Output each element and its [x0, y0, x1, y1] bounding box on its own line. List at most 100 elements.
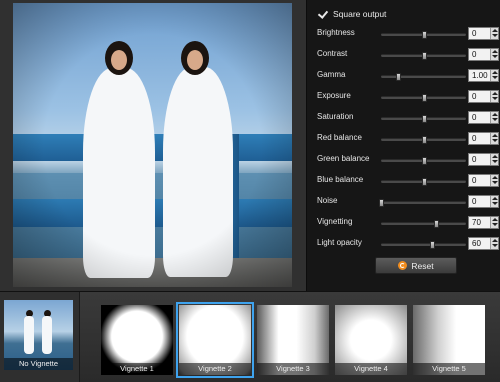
control-row-brightness: Brightness 0 — [317, 27, 499, 41]
slider-track[interactable] — [381, 178, 466, 186]
spin-buttons[interactable] — [490, 133, 498, 144]
value-spinbox[interactable]: 70 — [468, 216, 499, 229]
control-row-light-opacity: Light opacity 60 — [317, 237, 499, 251]
slider-track[interactable] — [381, 94, 466, 102]
arrow-up-icon[interactable] — [492, 113, 498, 116]
reset-label: Reset — [411, 260, 434, 271]
slider-track[interactable] — [379, 199, 466, 207]
slider-thumb[interactable] — [396, 73, 401, 81]
spin-buttons[interactable] — [490, 154, 498, 165]
adjustment-panel: Square output Brightness 0 Contrast 0 Gamma 1… — [306, 0, 500, 291]
vignette-caption: Vignette 3 — [257, 363, 329, 375]
value-spinbox[interactable]: 0 — [468, 90, 499, 103]
slider-track[interactable] — [381, 220, 466, 228]
value-spinbox[interactable]: 0 — [468, 27, 499, 40]
arrow-up-icon[interactable] — [492, 92, 498, 95]
slider-thumb[interactable] — [421, 94, 427, 102]
value-spinbox[interactable]: 0 — [468, 132, 499, 145]
control-row-vignetting: Vignetting 70 — [317, 216, 499, 230]
arrow-up-icon[interactable] — [492, 197, 498, 200]
arrow-down-icon[interactable] — [492, 34, 498, 37]
arrow-down-icon[interactable] — [492, 202, 498, 205]
slider-track[interactable] — [381, 31, 466, 39]
control-row-green-balance: Green balance 0 — [317, 153, 499, 167]
reset-icon — [398, 261, 408, 270]
control-row-noise: Noise 0 — [317, 195, 499, 209]
arrow-up-icon[interactable] — [492, 29, 498, 32]
control-row-red-balance: Red balance 0 — [317, 132, 499, 146]
spin-buttons[interactable] — [490, 91, 498, 102]
arrow-down-icon[interactable] — [492, 244, 498, 247]
value-spinbox[interactable]: 60 — [468, 237, 499, 250]
slider-track[interactable] — [381, 136, 466, 144]
arrow-down-icon[interactable] — [492, 76, 498, 79]
square-output-checkbox[interactable] — [317, 9, 327, 19]
square-output-option[interactable]: Square output — [317, 9, 386, 19]
slider-thumb[interactable] — [421, 178, 427, 186]
slider-thumb[interactable] — [421, 31, 427, 39]
spinbox-value: 0 — [472, 113, 477, 122]
spin-buttons[interactable] — [490, 70, 498, 81]
spin-buttons[interactable] — [490, 28, 498, 39]
spin-buttons[interactable] — [490, 217, 498, 228]
arrow-down-icon[interactable] — [492, 223, 498, 226]
control-row-gamma: Gamma 1.00 — [317, 69, 499, 83]
arrow-up-icon[interactable] — [492, 71, 498, 74]
spinbox-value: 0 — [472, 197, 477, 206]
arrow-up-icon[interactable] — [492, 50, 498, 53]
control-label: Red balance — [317, 133, 362, 142]
slider-track[interactable] — [381, 241, 466, 249]
slider-track[interactable] — [381, 73, 466, 81]
vignette-tile-5[interactable]: Vignette 5 — [413, 305, 485, 375]
spin-buttons[interactable] — [490, 112, 498, 123]
slider-thumb[interactable] — [421, 52, 427, 60]
arrow-down-icon[interactable] — [492, 181, 498, 184]
slider-thumb[interactable] — [421, 136, 427, 144]
vignette-tile-2[interactable]: Vignette 2 — [176, 302, 254, 378]
control-row-contrast: Contrast 0 — [317, 48, 499, 62]
vignette-tile-1[interactable]: Vignette 1 — [101, 305, 173, 375]
arrow-up-icon[interactable] — [492, 155, 498, 158]
arrow-up-icon[interactable] — [492, 176, 498, 179]
source-thumbnail[interactable]: No Vignette — [0, 292, 80, 382]
slider-track[interactable] — [381, 52, 466, 60]
spinbox-value: 1.00 — [472, 71, 488, 80]
value-spinbox[interactable]: 0 — [468, 174, 499, 187]
arrow-down-icon[interactable] — [492, 97, 498, 100]
arrow-down-icon[interactable] — [492, 160, 498, 163]
slider-thumb[interactable] — [421, 115, 427, 123]
control-label: Gamma — [317, 70, 346, 79]
control-row-saturation: Saturation 0 — [317, 111, 499, 125]
slider-thumb[interactable] — [434, 220, 440, 228]
slider-thumb[interactable] — [379, 199, 384, 207]
reset-button[interactable]: Reset — [375, 257, 457, 274]
value-spinbox[interactable]: 0 — [468, 48, 499, 61]
value-spinbox[interactable]: 0 — [468, 111, 499, 124]
slider-thumb[interactable] — [421, 157, 427, 165]
slider-thumb[interactable] — [430, 241, 435, 249]
spin-buttons[interactable] — [490, 196, 498, 207]
source-image: No Vignette — [4, 300, 73, 370]
arrow-up-icon[interactable] — [492, 134, 498, 137]
value-spinbox[interactable]: 0 — [468, 153, 499, 166]
arrow-down-icon[interactable] — [492, 139, 498, 142]
vignette-tile-4[interactable]: Vignette 4 — [335, 305, 407, 375]
arrow-down-icon[interactable] — [492, 55, 498, 58]
spinbox-value: 0 — [472, 29, 477, 38]
vignette-tile-3[interactable]: Vignette 3 — [257, 305, 329, 375]
slider-track[interactable] — [381, 115, 466, 123]
value-spinbox[interactable]: 0 — [468, 195, 499, 208]
spin-buttons[interactable] — [490, 49, 498, 60]
spin-buttons[interactable] — [490, 175, 498, 186]
vignette-caption: Vignette 1 — [101, 363, 173, 375]
spinbox-value: 0 — [472, 92, 477, 101]
spinbox-value: 60 — [472, 239, 481, 248]
arrow-down-icon[interactable] — [492, 118, 498, 121]
control-row-exposure: Exposure 0 — [317, 90, 499, 104]
spin-buttons[interactable] — [490, 238, 498, 249]
arrow-up-icon[interactable] — [492, 239, 498, 242]
slider-track[interactable] — [381, 157, 466, 165]
control-label: Vignetting — [317, 217, 353, 226]
value-spinbox[interactable]: 1.00 — [468, 69, 499, 82]
arrow-up-icon[interactable] — [492, 218, 498, 221]
